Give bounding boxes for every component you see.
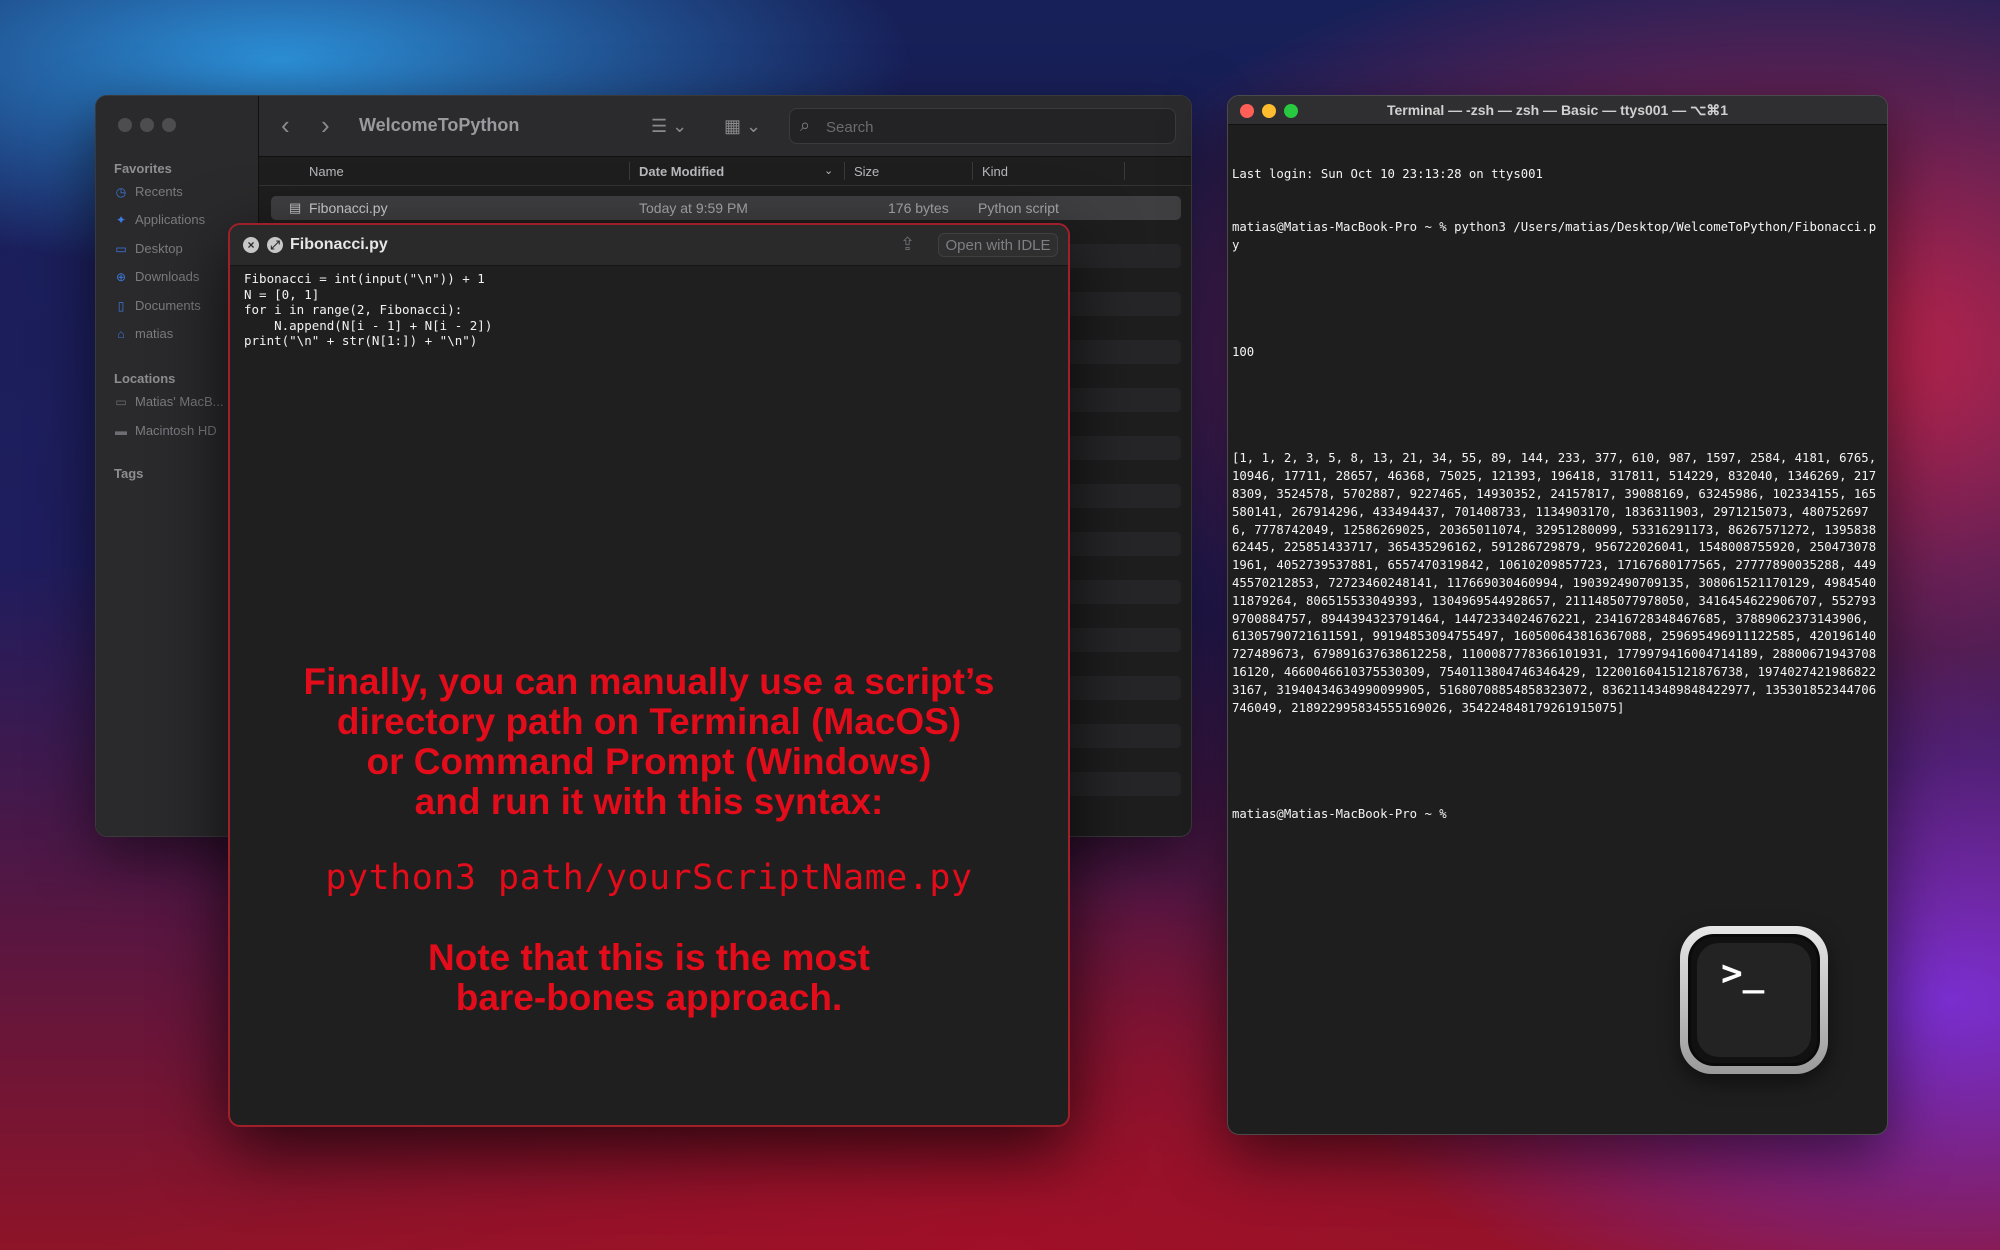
file-size: 176 bytes [888, 200, 949, 216]
sidebar-item-home[interactable]: ⌂ matias [114, 326, 173, 341]
terminal-line: Last login: Sun Oct 10 23:13:28 on ttys0… [1232, 166, 1543, 181]
file-date: Today at 9:59 PM [639, 200, 748, 216]
download-icon: ⊕ [115, 269, 127, 284]
file-row[interactable]: ▤ Fibonacci.py Today at 9:59 PM 176 byte… [271, 196, 1181, 220]
quicklook-window: × ⤢ Fibonacci.py ⇪ Open with IDLE Fibona… [228, 223, 1070, 1127]
terminal-app-icon: >_ [1680, 926, 1828, 1074]
share-icon[interactable]: ⇪ [900, 234, 915, 255]
caption-text: Finally, you can manually use a script’s… [303, 661, 995, 822]
terminal-titlebar: Terminal — -zsh — zsh — Basic — ttys001 … [1228, 96, 1887, 125]
desktop-icon: ▭ [115, 241, 127, 256]
finder-toolbar: ‹ › WelcomeToPython ☰ ⌄ ▦ ⌄ ⌕ [259, 96, 1191, 157]
folder-title: WelcomeToPython [359, 115, 520, 135]
clock-icon: ◷ [115, 184, 127, 199]
terminal-line: 100 [1232, 344, 1255, 359]
terminal-title: Terminal — -zsh — zsh — Basic — ttys001 … [1386, 102, 1729, 118]
window-controls [118, 118, 176, 132]
back-chevron-icon[interactable]: ‹ [281, 112, 290, 138]
sidebar-item-recents[interactable]: ◷ Recents [114, 184, 183, 199]
zoom-button[interactable] [162, 118, 176, 132]
column-header: Name Date Modified ⌄ Size Kind [259, 157, 1191, 186]
sidebar-item-documents[interactable]: ▯ Documents [114, 298, 201, 313]
column-name[interactable]: Name [309, 164, 344, 179]
quicklook-header: × ⤢ Fibonacci.py ⇪ Open with IDLE [230, 225, 1068, 266]
sidebar-item-applications[interactable]: ✦ Applications [114, 212, 205, 227]
sidebar-item-desktop[interactable]: ▭ Desktop [114, 241, 182, 256]
column-kind[interactable]: Kind [982, 164, 1008, 179]
column-date-modified[interactable]: Date Modified [639, 164, 724, 179]
terminal-line: matias@Matias-MacBook-Pro ~ % python3 /U… [1232, 219, 1877, 252]
prompt-glyph: >_ [1721, 953, 1765, 994]
note-text: Note that this is the most bare-bones ap… [428, 937, 870, 1018]
favorites-heading: Favorites [114, 161, 172, 176]
fullscreen-icon[interactable]: ⤢ [267, 237, 283, 253]
code-preview: Fibonacci = int(input("\n")) + 1 N = [0,… [244, 271, 493, 348]
applications-icon: ✦ [115, 212, 127, 227]
syntax-example: python3 path/yourScriptName.py [325, 858, 973, 898]
sort-chevron-icon: ⌄ [824, 165, 834, 177]
terminal-line: matias@Matias-MacBook-Pro ~ % [1232, 807, 1447, 822]
open-with-idle-button[interactable]: Open with IDLE [938, 233, 1058, 257]
search-input[interactable] [824, 115, 1158, 139]
python-file-icon: ▤ [289, 200, 302, 215]
close-icon[interactable]: × [243, 237, 259, 253]
disk-icon: ▬ [115, 423, 127, 438]
terminal-output[interactable]: Last login: Sun Oct 10 23:13:28 on ttys0… [1232, 130, 1882, 860]
document-icon: ▯ [117, 298, 125, 313]
sidebar-item-macbook[interactable]: ▭ Matias' MacB... [114, 394, 223, 409]
locations-heading: Locations [114, 371, 176, 386]
sidebar-item-downloads[interactable]: ⊕ Downloads [114, 269, 199, 284]
close-button[interactable] [118, 118, 132, 132]
forward-chevron-icon[interactable]: › [321, 112, 330, 138]
quicklook-title: Fibonacci.py [290, 236, 388, 253]
home-icon: ⌂ [117, 326, 125, 341]
file-kind: Python script [978, 200, 1059, 216]
sidebar-item-macintosh-hd[interactable]: ▬ Macintosh HD [114, 423, 217, 438]
column-size[interactable]: Size [854, 164, 879, 179]
terminal-line: [1, 1, 2, 3, 5, 8, 13, 21, 34, 55, 89, 1… [1232, 451, 1884, 715]
grid-view-icon[interactable]: ▦ ⌄ [724, 116, 761, 137]
search-field[interactable]: ⌕ [789, 108, 1176, 144]
file-name: Fibonacci.py [309, 200, 388, 216]
search-icon: ⌕ [800, 115, 811, 135]
tags-heading: Tags [114, 466, 144, 481]
list-view-icon[interactable]: ☰ ⌄ [651, 116, 687, 137]
laptop-icon: ▭ [115, 394, 127, 409]
minimize-button[interactable] [140, 118, 154, 132]
